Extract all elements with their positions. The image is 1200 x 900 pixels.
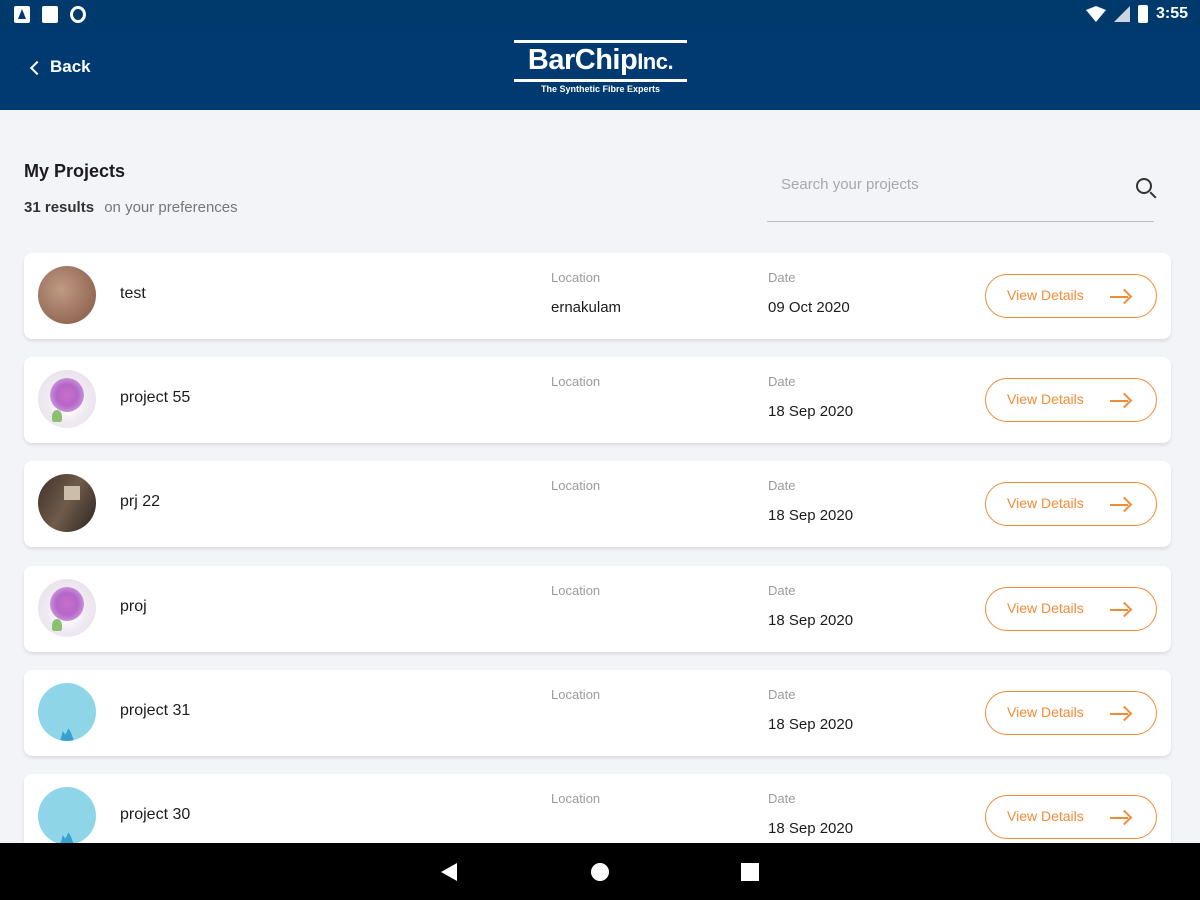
project-thumbnail: [38, 787, 96, 845]
date-label: Date: [768, 583, 796, 598]
arrow-right-icon: [1110, 288, 1133, 306]
view-details-button[interactable]: View Details: [985, 691, 1157, 735]
project-name: proj: [120, 598, 147, 615]
project-name: prj 22: [120, 493, 161, 510]
date-value: 18 Sep 2020: [768, 507, 854, 524]
results-suffix: on your preferences: [104, 199, 238, 216]
project-card[interactable]: project 55 Location Date 18 Sep 2020 Vie…: [24, 357, 1171, 443]
view-details-button[interactable]: View Details: [985, 795, 1157, 839]
app-notification-icon: [14, 6, 30, 23]
status-bar: 3:55: [0, 0, 1200, 30]
date-label: Date: [768, 374, 796, 389]
date-value: 18 Sep 2020: [768, 403, 854, 420]
view-details-button[interactable]: View Details: [985, 274, 1157, 318]
location-label: Location: [551, 478, 601, 493]
arrow-right-icon: [1110, 392, 1133, 410]
project-card[interactable]: prj 22 Location Date 18 Sep 2020 View De…: [24, 461, 1171, 547]
project-name: project 31: [120, 702, 191, 719]
back-label: Back: [50, 57, 91, 76]
results-summary: 31 results on your preferences: [24, 199, 238, 216]
notification-icons: [14, 6, 86, 23]
view-details-label: View Details: [1007, 391, 1084, 407]
project-card[interactable]: project 31 Location Date 18 Sep 2020 Vie…: [24, 670, 1171, 756]
page-title: My Projects: [24, 161, 126, 181]
wifi-icon: [1085, 6, 1106, 22]
sync-icon: [70, 6, 86, 23]
project-thumbnail: [38, 370, 96, 428]
location-label: Location: [551, 374, 601, 389]
date-value: 09 Oct 2020: [768, 299, 850, 316]
arrow-right-icon: [1110, 809, 1133, 827]
search-input[interactable]: [781, 170, 1111, 198]
date-label: Date: [768, 791, 796, 806]
date-label: Date: [768, 270, 796, 285]
system-navigation-bar: [0, 843, 1200, 900]
view-details-label: View Details: [1007, 600, 1084, 616]
system-icons: 3:55: [1085, 5, 1188, 23]
storage-icon: [42, 6, 58, 23]
project-name: test: [120, 285, 146, 302]
search-box: [767, 160, 1154, 222]
app-header: Back BarChipInc. The Synthetic Fibre Exp…: [0, 30, 1200, 110]
project-name: project 30: [120, 806, 191, 823]
view-details-button[interactable]: View Details: [985, 482, 1157, 526]
location-value: ernakulam: [551, 299, 622, 316]
project-thumbnail: [38, 266, 96, 324]
arrow-right-icon: [1110, 601, 1133, 619]
project-card[interactable]: test Location ernakulam Date 09 Oct 2020…: [24, 253, 1171, 339]
chevron-left-icon: [29, 60, 45, 75]
date-value: 18 Sep 2020: [768, 820, 854, 837]
view-details-button[interactable]: View Details: [985, 378, 1157, 422]
view-details-label: View Details: [1007, 704, 1084, 720]
results-count: 31 results: [24, 199, 95, 216]
view-details-label: View Details: [1007, 495, 1084, 511]
location-label: Location: [551, 583, 601, 598]
nav-back-icon[interactable]: [441, 863, 457, 881]
project-thumbnail: [38, 579, 96, 637]
signal-icon: [1113, 6, 1130, 22]
view-details-label: View Details: [1007, 808, 1084, 824]
arrow-right-icon: [1110, 705, 1133, 723]
project-card[interactable]: proj Location Date 18 Sep 2020 View Deta…: [24, 566, 1171, 652]
view-details-button[interactable]: View Details: [985, 587, 1157, 631]
location-label: Location: [551, 687, 601, 702]
date-label: Date: [768, 687, 796, 702]
project-name: project 55: [120, 389, 191, 406]
project-thumbnail: [38, 683, 96, 741]
clock: 3:55: [1155, 5, 1188, 22]
location-label: Location: [551, 791, 601, 806]
location-label: Location: [551, 270, 601, 285]
arrow-right-icon: [1110, 496, 1133, 514]
view-details-label: View Details: [1007, 287, 1084, 303]
barchip-logo: BarChipInc. The Synthetic Fibre Experts: [514, 40, 687, 94]
date-label: Date: [768, 478, 796, 493]
back-button[interactable]: Back: [29, 57, 91, 77]
nav-home-icon[interactable]: [591, 863, 609, 881]
nav-recents-icon[interactable]: [741, 863, 759, 881]
date-value: 18 Sep 2020: [768, 716, 854, 733]
search-icon[interactable]: [1136, 178, 1152, 194]
battery-icon: [1137, 5, 1148, 23]
project-thumbnail: [38, 474, 96, 532]
date-value: 18 Sep 2020: [768, 612, 854, 629]
